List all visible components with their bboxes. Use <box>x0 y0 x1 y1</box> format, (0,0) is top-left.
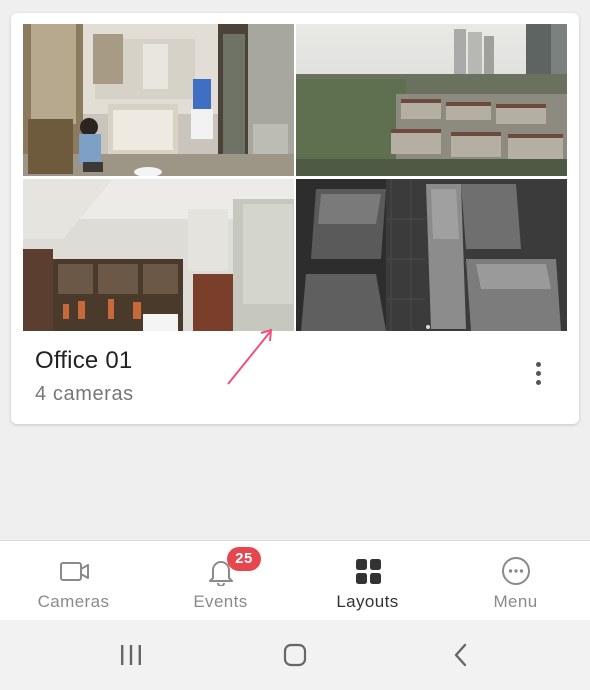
back-icon[interactable] <box>441 640 481 670</box>
bottom-navigation: Cameras Events Layouts Menu <box>0 540 590 621</box>
camera-feed-4[interactable] <box>296 179 567 331</box>
nav-label-cameras: Cameras <box>37 592 110 611</box>
more-circle-icon <box>501 557 530 585</box>
recent-apps-icon[interactable] <box>111 640 151 670</box>
layout-name: Office 01 <box>35 347 133 374</box>
nav-label-events: Events <box>193 592 248 611</box>
events-count-badge: 25 <box>227 547 261 571</box>
more-options-icon[interactable] <box>525 358 551 388</box>
pointer-arrow-icon <box>227 328 273 385</box>
camera-feed-3[interactable] <box>23 179 294 331</box>
nav-item-menu[interactable]: Menu <box>442 541 589 621</box>
camera-feed-2[interactable] <box>296 24 567 176</box>
camera-grid[interactable] <box>23 24 567 332</box>
nav-label-layouts: Layouts <box>336 592 399 611</box>
nav-item-events[interactable]: Events <box>147 541 294 621</box>
nav-item-layouts[interactable]: Layouts <box>294 541 441 621</box>
home-icon[interactable] <box>275 640 315 670</box>
layout-card[interactable]: Office 01 4 cameras <box>11 13 579 424</box>
system-navigation-bar <box>0 620 590 690</box>
nav-item-cameras[interactable]: Cameras <box>0 541 147 621</box>
grid-icon <box>355 559 381 584</box>
video-camera-icon <box>59 562 89 581</box>
nav-label-menu: Menu <box>493 592 538 611</box>
camera-count: 4 cameras <box>35 383 134 405</box>
camera-feed-1[interactable] <box>23 24 294 176</box>
